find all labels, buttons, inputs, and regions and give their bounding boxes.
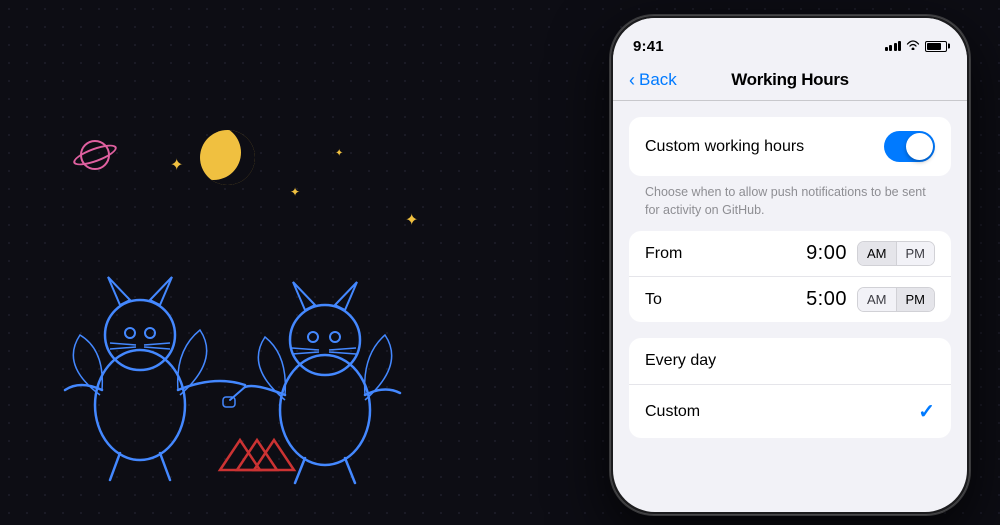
to-row: To 5:00 AM PM xyxy=(629,277,951,322)
toggle-label: Custom working hours xyxy=(645,138,804,156)
working-hours-toggle[interactable] xyxy=(884,131,935,162)
iphone-device: 9:41 xyxy=(610,15,970,515)
status-icons xyxy=(885,39,948,53)
sparkle-icon: ✦ xyxy=(290,185,300,199)
wifi-icon xyxy=(906,39,920,53)
custom-label: Custom xyxy=(645,403,918,421)
from-ampm-group: AM PM xyxy=(857,241,935,266)
description-text: Choose when to allow push notifications … xyxy=(613,176,967,231)
checkmark-icon: ✓ xyxy=(918,399,935,424)
every-day-row[interactable]: Every day xyxy=(629,338,951,385)
from-am-button[interactable]: AM xyxy=(858,242,896,265)
nav-bar: ‹ Back Working Hours xyxy=(613,62,967,101)
to-time: 5:00 xyxy=(806,288,847,311)
to-ampm-group: AM PM xyxy=(857,287,935,312)
from-label: From xyxy=(645,245,806,263)
illustration-area: ✦ ✦ ✦ ✦ xyxy=(0,0,500,525)
iphone-frame: 9:41 xyxy=(610,15,970,515)
content-area: Custom working hours Choose when to allo… xyxy=(613,117,967,438)
planet-icon xyxy=(80,140,110,170)
back-chevron-icon: ‹ xyxy=(629,71,635,89)
to-pm-button[interactable]: PM xyxy=(896,288,935,311)
time-section: From 9:00 AM PM To 5:00 AM PM xyxy=(629,231,951,322)
battery-icon xyxy=(925,41,947,52)
signal-icon xyxy=(885,41,902,51)
to-am-button[interactable]: AM xyxy=(858,288,896,311)
moon-icon xyxy=(200,130,255,185)
sparkle-icon: ✦ xyxy=(170,155,183,175)
sparkle-icon: ✦ xyxy=(335,148,343,159)
toggle-knob xyxy=(906,133,933,160)
toggle-row: Custom working hours xyxy=(629,117,951,176)
back-label: Back xyxy=(639,70,677,90)
schedule-section: Every day Custom ✓ xyxy=(629,338,951,438)
from-pm-button[interactable]: PM xyxy=(896,242,935,265)
back-button[interactable]: ‹ Back xyxy=(629,70,677,90)
every-day-label: Every day xyxy=(645,352,935,370)
nav-title: Working Hours xyxy=(731,70,849,90)
custom-row[interactable]: Custom ✓ xyxy=(629,385,951,438)
iphone-screen: 9:41 xyxy=(613,18,967,512)
status-bar: 9:41 xyxy=(613,18,967,62)
to-label: To xyxy=(645,291,806,309)
status-time: 9:41 xyxy=(633,38,664,55)
from-row: From 9:00 AM PM xyxy=(629,231,951,277)
from-time: 9:00 xyxy=(806,242,847,265)
cats-illustration xyxy=(30,205,450,485)
